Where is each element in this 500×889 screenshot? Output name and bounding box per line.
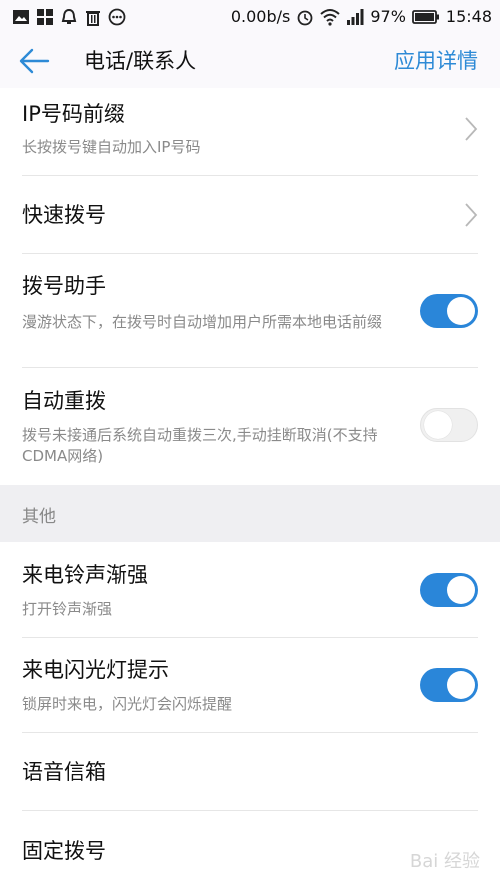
signal-icon: [347, 9, 364, 25]
page-title: 电话/联系人: [84, 49, 197, 73]
more-dots-icon: [108, 8, 126, 26]
setting-subtitle: 打开铃声渐强: [22, 600, 113, 618]
setting-subtitle: 漫游状态下，在拨号时自动增加用户所需本地电话前缀: [22, 313, 383, 331]
setting-subtitle: 锁屏时来电，闪光灯会闪烁提醒: [22, 695, 233, 713]
setting-auto-redial[interactable]: 自动重拨 拨号未接通后系统自动重拨三次,手动挂断取消(不支持CDMA网络): [0, 368, 500, 485]
watermark: Bai 经验: [409, 851, 480, 872]
battery-icon: [411, 10, 439, 24]
chevron-right-icon: [465, 203, 478, 227]
back-arrow-icon[interactable]: [18, 45, 52, 77]
section-header-other: 其他: [0, 485, 500, 542]
toggle-knob: [447, 576, 475, 604]
setting-title: 拨号助手: [22, 274, 106, 298]
setting-subtitle: 拨号未接通后系统自动重拨三次,手动挂断取消(不支持CDMA网络): [22, 426, 378, 465]
setting-ip-prefix[interactable]: IP号码前缀 长按拨号键自动加入IP号码: [0, 88, 500, 176]
status-notification-icons: [12, 8, 126, 26]
net-speed: 0.00b/s: [230, 7, 291, 26]
setting-title: 来电闪光灯提示: [22, 658, 169, 682]
trash-icon: [86, 11, 100, 26]
app-bar: 电话/联系人 应用详情: [0, 34, 500, 88]
battery-percent: 97%: [370, 7, 406, 26]
setting-dial-assistant[interactable]: 拨号助手 漫游状态下，在拨号时自动增加用户所需本地电话前缀: [0, 254, 500, 368]
setting-title: 固定拨号: [22, 839, 106, 863]
chevron-right-icon: [465, 117, 478, 141]
wifi-icon: [320, 9, 340, 26]
setting-title: 语音信箱: [22, 760, 106, 784]
setting-flash-alert[interactable]: 来电闪光灯提示 锁屏时来电，闪光灯会闪烁提醒: [0, 638, 500, 733]
dial-assistant-toggle[interactable]: [420, 294, 478, 328]
image-icon: [13, 10, 29, 24]
section-label: 其他: [22, 507, 56, 527]
toggle-knob: [447, 297, 475, 325]
setting-title: 来电铃声渐强: [22, 563, 148, 587]
setting-voicemail[interactable]: 语音信箱: [0, 733, 500, 811]
apps-grid-icon: [37, 9, 53, 25]
setting-title: 自动重拨: [22, 389, 106, 413]
setting-speed-dial[interactable]: 快速拨号: [0, 176, 500, 254]
status-bar: 0.00b/s 97% 15:48: [0, 0, 500, 34]
setting-ringtone-crescendo[interactable]: 来电铃声渐强 打开铃声渐强: [0, 542, 500, 638]
auto-redial-toggle[interactable]: [420, 408, 478, 442]
toggle-knob: [424, 411, 452, 439]
setting-subtitle: 长按拨号键自动加入IP号码: [22, 138, 201, 156]
alarm-clock-icon: [297, 10, 313, 26]
app-details-link[interactable]: 应用详情: [394, 48, 478, 74]
alarm-bell-icon: [61, 8, 77, 24]
flash-alert-toggle[interactable]: [420, 668, 478, 702]
ringtone-crescendo-toggle[interactable]: [420, 573, 478, 607]
toggle-knob: [447, 671, 475, 699]
setting-title: 快速拨号: [22, 203, 106, 227]
status-right: 0.00b/s 97% 15:48: [231, 6, 492, 28]
setting-title: IP号码前缀: [22, 102, 125, 126]
clock: 15:48: [445, 7, 492, 26]
